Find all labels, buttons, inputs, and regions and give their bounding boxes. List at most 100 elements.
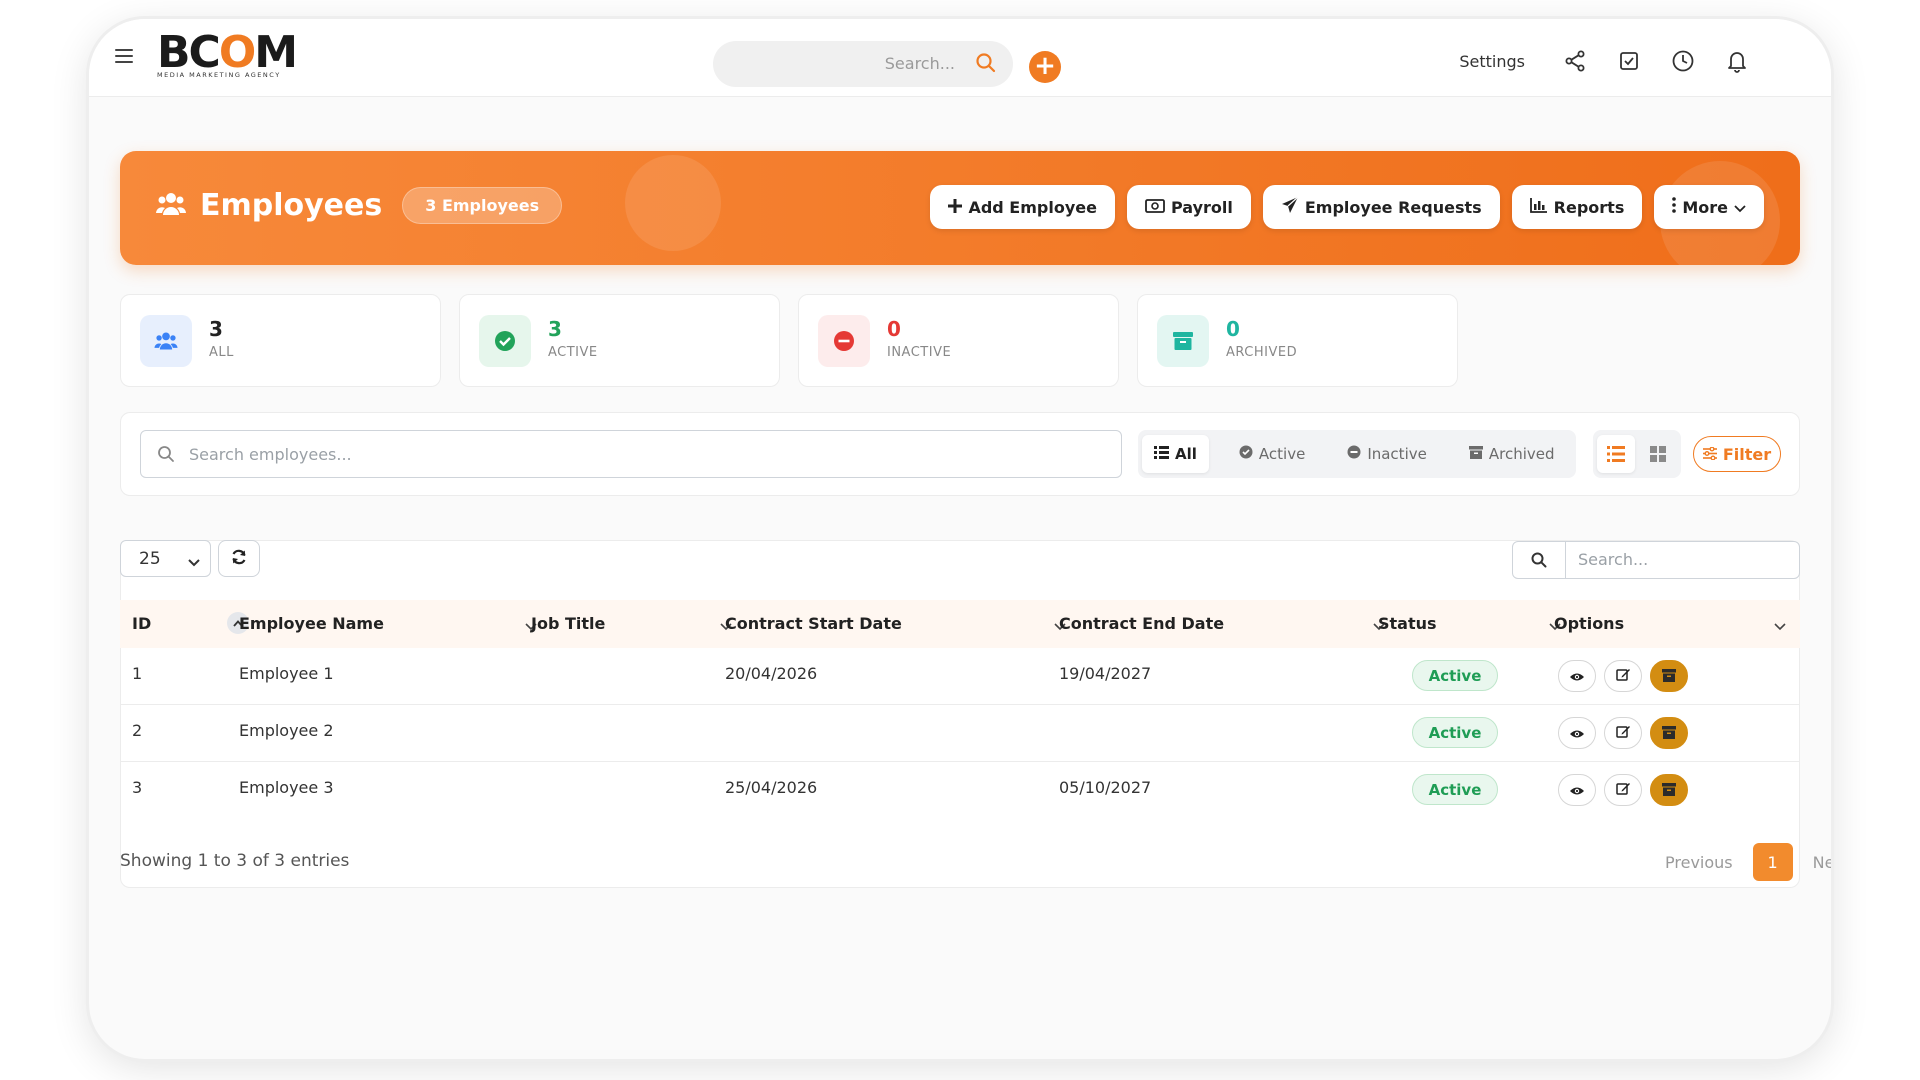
eye-icon [1569,667,1585,686]
users-icon [140,315,192,367]
table-header: ID Employee Name Job Title Contract Star… [120,600,1800,648]
stat-value: 0 [887,317,901,341]
view-button[interactable] [1558,660,1596,692]
plus-icon [948,198,963,217]
next-page-button[interactable]: Next [1813,853,1831,872]
page-header-banner: Employees 3 Employees Add Employee Payro… [120,151,1800,265]
archive-icon [1662,724,1676,743]
view-button[interactable] [1558,717,1596,749]
cell-start-date: 20/04/2026 [725,664,818,683]
header-actions: Add Employee Payroll Employee Requests R… [930,185,1764,229]
stat-label: ACTIVE [548,345,598,360]
previous-page-button[interactable]: Previous [1665,853,1733,872]
column-header-id[interactable]: ID [132,614,151,633]
clock-icon[interactable] [1671,49,1695,73]
more-button[interactable]: More [1654,185,1764,229]
money-icon [1145,198,1165,217]
table-row[interactable]: 2 Employee 2 Active [120,705,1800,762]
employee-count-badge: 3 Employees [402,187,563,224]
logo-tagline: MEDIA MARKETING AGENCY [157,71,281,79]
cell-id: 3 [132,778,143,797]
edit-icon [1615,724,1631,743]
quick-add-button[interactable]: + [1029,51,1061,83]
archive-icon [1468,445,1483,463]
kebab-icon [1672,197,1677,217]
cell-name: Employee 1 [239,664,334,683]
stat-label: ARCHIVED [1226,345,1298,360]
stat-value: 3 [548,317,562,341]
column-header-options[interactable]: Options [1554,614,1624,633]
filter-bar: Search employees... All Active Inactive [120,412,1800,496]
archive-icon [1662,781,1676,800]
share-icon[interactable] [1563,49,1587,73]
top-bar: BCOM MEDIA MARKETING AGENCY Search... + … [89,19,1831,97]
cell-end-date: 05/10/2027 [1059,778,1152,797]
cell-id: 2 [132,721,143,740]
settings-link[interactable]: Settings [1459,52,1525,71]
eye-icon [1569,724,1585,743]
search-icon[interactable] [975,52,997,78]
reports-button[interactable]: Reports [1511,185,1643,229]
tab-all[interactable]: All [1142,435,1209,473]
logo[interactable]: BCOM MEDIA MARKETING AGENCY [157,29,298,80]
edit-icon [1615,781,1631,800]
status-filter-tabs: All Active Inactive Archived [1138,430,1576,478]
refresh-icon [231,549,247,569]
edit-button[interactable] [1604,717,1642,749]
list-view-icon[interactable] [1597,435,1635,473]
bell-icon[interactable] [1725,49,1749,73]
stat-card-active[interactable]: 3 ACTIVE [459,294,780,387]
stat-card-all[interactable]: 3 ALL [120,294,441,387]
cell-end-date: 19/04/2027 [1059,664,1152,683]
column-header-job-title[interactable]: Job Title [531,614,605,633]
edit-button[interactable] [1604,660,1642,692]
minus-circle-icon [818,315,870,367]
edit-button[interactable] [1604,774,1642,806]
search-icon [157,445,175,467]
paper-plane-icon [1281,196,1299,218]
eye-icon [1569,781,1585,800]
table-row[interactable]: 3 Employee 3 25/04/2026 05/10/2027 Activ… [120,762,1800,819]
menu-icon[interactable] [115,49,133,63]
column-header-employee-name[interactable]: Employee Name [239,614,384,633]
refresh-button[interactable] [218,540,260,577]
table-search-input[interactable]: Search... [1512,541,1800,579]
app-window: BCOM MEDIA MARKETING AGENCY Search... + … [89,19,1831,1059]
cell-name: Employee 3 [239,778,334,797]
archive-button[interactable] [1650,717,1688,749]
tasks-icon[interactable] [1617,49,1641,73]
chevron-down-icon [188,552,200,572]
tab-active[interactable]: Active [1227,435,1317,473]
archive-icon [1662,667,1676,686]
employee-requests-button[interactable]: Employee Requests [1262,185,1500,229]
check-circle-icon [479,315,531,367]
cell-name: Employee 2 [239,721,334,740]
archive-button[interactable] [1650,660,1688,692]
table-row[interactable]: 1 Employee 1 20/04/2026 19/04/2027 Activ… [120,648,1800,705]
employee-search-placeholder: Search employees... [189,445,352,464]
sliders-icon [1702,445,1717,464]
search-icon[interactable] [1513,542,1566,578]
filter-button[interactable]: Filter [1693,436,1781,472]
page-size-select[interactable]: 25 [120,540,211,577]
users-icon [156,191,186,221]
stat-card-archived[interactable]: 0 ARCHIVED [1137,294,1458,387]
column-header-contract-start[interactable]: Contract Start Date [725,614,902,633]
tab-inactive[interactable]: Inactive [1335,435,1439,473]
column-header-contract-end[interactable]: Contract End Date [1059,614,1224,633]
page-title: Employees [200,188,383,223]
column-header-status[interactable]: Status [1378,614,1437,633]
chevron-down-icon[interactable] [1774,616,1786,635]
global-search[interactable]: Search... [713,41,1013,87]
add-employee-button[interactable]: Add Employee [930,185,1115,229]
top-actions: Settings [1459,49,1749,73]
payroll-button[interactable]: Payroll [1126,185,1251,229]
cell-id: 1 [132,664,143,683]
tab-archived[interactable]: Archived [1457,435,1567,473]
employee-search-input[interactable]: Search employees... [140,430,1122,478]
page-1-button[interactable]: 1 [1752,843,1793,881]
stat-card-inactive[interactable]: 0 INACTIVE [798,294,1119,387]
view-button[interactable] [1558,774,1596,806]
grid-view-icon[interactable] [1639,435,1677,473]
archive-button[interactable] [1650,774,1688,806]
